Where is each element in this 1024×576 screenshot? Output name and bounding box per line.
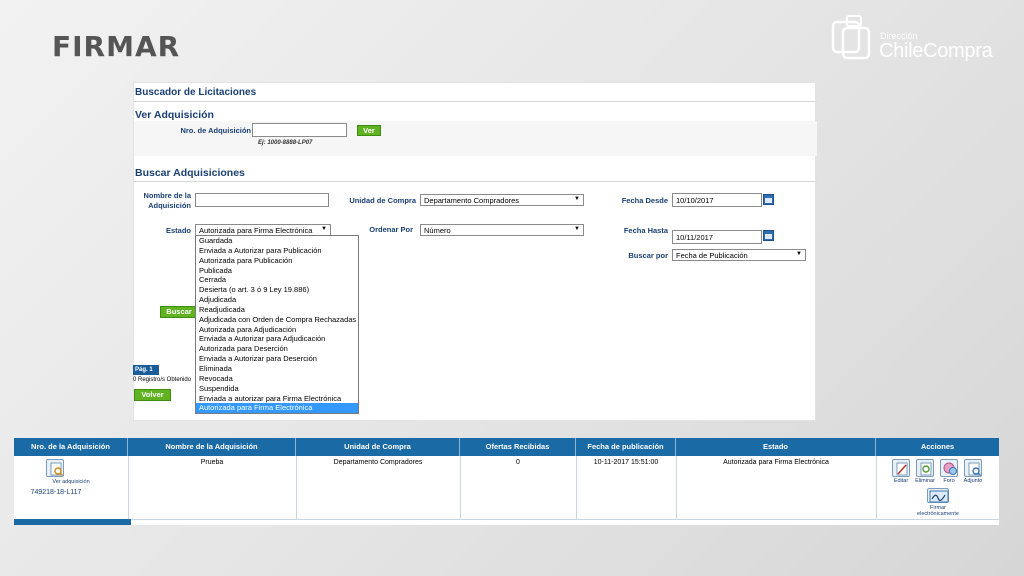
estado-option[interactable]: Eliminada xyxy=(196,364,358,374)
panel-title: Buscador de Licitaciones xyxy=(135,87,257,98)
editar-label: Editar xyxy=(893,478,909,484)
estado-option[interactable]: Cerrada xyxy=(196,275,358,285)
chevron-down-icon: ▼ xyxy=(796,251,802,257)
ordenar-por-label: Ordenar Por xyxy=(369,225,413,234)
calendar-icon[interactable] xyxy=(763,194,774,205)
eliminar-label: Eliminar xyxy=(915,478,935,484)
unidad-compra-label: Unidad de Compra xyxy=(349,196,416,205)
nombre-adquisicion-input[interactable] xyxy=(195,193,329,207)
results-table: Nro. de la Adquisición Nombre de la Adqu… xyxy=(14,438,999,525)
calendar-icon[interactable] xyxy=(763,230,774,241)
fecha-hasta-input[interactable] xyxy=(672,230,762,244)
attachment-icon[interactable] xyxy=(964,459,982,477)
estado-option[interactable]: Autorizada para Deserción xyxy=(196,344,358,354)
estado-value: Autorizada para Firma Electrónica xyxy=(199,226,313,235)
firmar-label: Firmar electrónicamente xyxy=(908,505,968,517)
buscar-por-value: Fecha de Publicación xyxy=(676,251,748,260)
col-nro: Nro. de la Adquisición xyxy=(14,438,128,456)
buscar-section-title: Buscar Adquisiciones xyxy=(135,167,245,179)
cell-fecha: 10-11-2017 15:51:00 xyxy=(593,459,659,466)
adjunto-label: Adjunto xyxy=(963,478,983,484)
chilecompra-logo: Dirección ChileCompra xyxy=(830,14,1000,66)
buscar-por-select[interactable]: Fecha de Publicación ▼ xyxy=(672,249,806,261)
cell-ofertas: 0 xyxy=(516,459,520,466)
nro-adquisicion-hint: Ej: 1000-8888-LP07 xyxy=(258,140,313,146)
estado-option[interactable]: Revocada xyxy=(196,374,358,384)
col-unidad: Unidad de Compra xyxy=(296,438,460,456)
estado-dropdown-list[interactable]: Guardada Enviada a Autorizar para Publica… xyxy=(195,235,359,415)
sign-electronic-icon[interactable] xyxy=(927,488,949,503)
estado-option[interactable]: Guardada xyxy=(196,236,358,246)
estado-option[interactable]: Autorizada para Adjudicación xyxy=(196,325,358,335)
cell-estado: Autorizada para Firma Electrónica xyxy=(723,459,829,466)
foro-label: Foro xyxy=(943,478,955,484)
pagination-badge: Pág. 1 xyxy=(133,365,159,375)
estado-option[interactable]: Enviada a Autorizar para Publicación xyxy=(196,246,358,256)
col-fecha: Fecha de publicación xyxy=(576,438,676,456)
ver-section-title: Ver Adquisición xyxy=(135,109,214,121)
registros-obtenidos: 0 Registro/s Obtenido xyxy=(133,377,192,383)
nro-adquisicion-label: Nro. de Adquisición xyxy=(180,126,251,135)
estado-option[interactable]: Autorizada para Firma Electrónica xyxy=(196,403,358,414)
estado-option[interactable]: Adjudicada con Orden de Compra Rechazada… xyxy=(196,315,358,325)
chevron-down-icon: ▼ xyxy=(574,226,580,232)
estado-option[interactable]: Desierta (o art. 3 ó 9 Ley 19.886) xyxy=(196,285,358,295)
logo-mark-icon xyxy=(831,15,871,60)
cell-unidad: Departamento Compradores xyxy=(333,459,423,466)
buscar-button[interactable]: Buscar xyxy=(160,306,198,318)
slide-title: FIRMAR xyxy=(52,30,181,63)
chevron-down-icon: ▼ xyxy=(321,226,327,232)
ver-adquisicion-link[interactable]: Ver adquisición xyxy=(14,479,128,485)
ver-adquisicion-icon[interactable] xyxy=(46,459,64,477)
estado-option[interactable]: Publicada xyxy=(196,266,358,276)
chevron-down-icon: ▼ xyxy=(574,196,580,202)
forum-icon[interactable] xyxy=(940,459,958,477)
nombre-adquisicion-label: Nombre de la Adquisición xyxy=(135,191,191,211)
volver-button[interactable]: Volver xyxy=(134,389,171,401)
nro-adquisicion-input[interactable] xyxy=(252,123,347,137)
fecha-desde-input[interactable] xyxy=(672,193,762,207)
estado-option[interactable]: Enviada a Autorizar para Adjudicación xyxy=(196,334,358,344)
ordenar-por-value: Número xyxy=(424,226,451,235)
estado-option[interactable]: Enviada a Autorizar para Deserción xyxy=(196,354,358,364)
estado-option[interactable]: Adjudicada xyxy=(196,295,358,305)
col-ofertas: Ofertas Recibidas xyxy=(460,438,576,456)
fecha-hasta-label: Fecha Hasta xyxy=(623,226,668,235)
results-header: Nro. de la Adquisición Nombre de la Adqu… xyxy=(14,438,999,456)
nro-adquisicion-link[interactable]: 749218-18-L117 xyxy=(14,489,98,496)
firmar-label-line2: electrónicamente xyxy=(917,511,959,517)
ordenar-por-select[interactable]: Número ▼ xyxy=(420,224,584,236)
nombre-label-line1: Nombre de la xyxy=(143,191,191,200)
delete-icon[interactable] xyxy=(916,459,934,477)
edit-icon[interactable] xyxy=(892,459,910,477)
ver-button[interactable]: Ver xyxy=(357,125,381,136)
buscar-por-label: Buscar por xyxy=(628,251,668,260)
estado-option[interactable]: Suspendida xyxy=(196,384,358,394)
fecha-desde-label: Fecha Desde xyxy=(621,196,668,205)
col-acciones: Acciones xyxy=(920,442,955,451)
estado-option[interactable]: Enviada a autorizar para Firma Electróni… xyxy=(196,394,358,404)
results-footer-bar xyxy=(14,519,131,525)
col-nombre: Nombre de la Adquisición xyxy=(128,438,296,456)
estado-option[interactable]: Autorizada para Publicación xyxy=(196,256,358,266)
estado-label: Estado xyxy=(165,226,191,235)
nombre-label-line2: Adquisición xyxy=(148,201,191,210)
cell-nombre: Prueba xyxy=(200,459,224,466)
unidad-compra-select[interactable]: Departamento Compradores ▼ xyxy=(420,194,584,206)
col-estado: Estado xyxy=(676,438,876,456)
logo-text-big: ChileCompra xyxy=(879,40,993,62)
estado-option[interactable]: Readjudicada xyxy=(196,305,358,315)
unidad-compra-value: Departamento Compradores xyxy=(424,196,520,205)
